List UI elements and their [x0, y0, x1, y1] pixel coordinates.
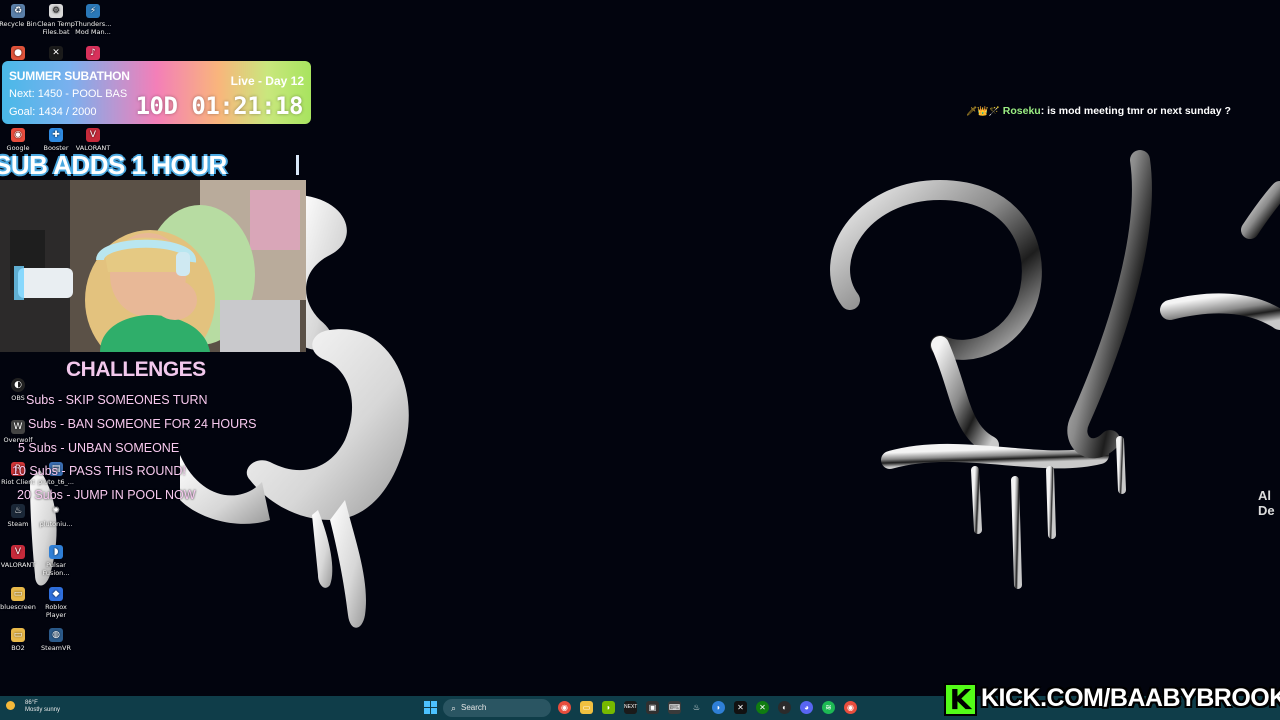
desktop-icon-bo2[interactable]: ▭ BO2 [0, 628, 38, 652]
file-explorer-icon[interactable]: ▭ [580, 701, 593, 714]
desktop-icon-google[interactable]: ◉ Google [0, 128, 38, 152]
subathon-goal: Goal: 1434 / 2000 [9, 106, 97, 118]
app-icon: ✕ [49, 46, 63, 60]
subathon-day: Live - Day 12 [230, 74, 304, 88]
desktop-icon-clean-temp[interactable]: ⚙ Clean Temp Files.bat [36, 4, 76, 36]
weather-temp: 86°F [25, 700, 38, 706]
folder-icon: ▭ [11, 587, 25, 601]
sub-banner: SUB ADDS 1 HOUR [0, 150, 227, 180]
challenge-item: Subs - BAN SOMEONE FOR 24 HOURS [28, 417, 257, 431]
thunderstore-icon: ⚡ [86, 4, 100, 18]
chat-overlay: 🗡👑🪄 Roseku: is mod meeting tmr or next s… [966, 105, 1231, 117]
wallpaper-signature: Al [1258, 488, 1271, 503]
terminal-icon[interactable]: ▣ [646, 701, 659, 714]
valorant-icon: V [11, 545, 25, 559]
kick-logo-icon: K [944, 683, 977, 716]
desktop-icon-pulsar-fusion[interactable]: ◗ Pulsar Fusion... [36, 545, 76, 577]
capcut-icon[interactable]: ✕ [734, 701, 747, 714]
steam-icon: ♨ [11, 504, 25, 518]
desktop-icon-recycle-bin[interactable]: ♻ Recycle Bin [0, 4, 38, 28]
next-icon[interactable]: NEXT [624, 701, 637, 714]
desktop-icon-steam[interactable]: ♨ Steam [0, 504, 38, 528]
webcam-feed [0, 180, 306, 352]
challenges-title: CHALLENGES [66, 358, 206, 381]
search-placeholder: Search [461, 703, 487, 712]
chrome-alt-icon[interactable]: ◉ [844, 701, 857, 714]
keyboard-icon[interactable]: ⌨ [668, 701, 681, 714]
desktop-icon-booster[interactable]: ✚ Booster [36, 128, 76, 152]
weather-desc: Mostly sunny [25, 707, 61, 713]
search-icon: ⌕ [451, 703, 457, 713]
spotify-icon[interactable]: ≋ [822, 701, 835, 714]
chat-message: is mod meeting tmr or next sunday ? [1047, 105, 1231, 117]
taskbar-search[interactable]: ⌕ Search [443, 699, 551, 717]
subathon-title: SUMMER SUBATHON [9, 69, 130, 83]
challenge-item: 5 Subs - UNBAN SOMEONE [18, 441, 180, 455]
windows-logo-icon [424, 701, 430, 707]
desktop-icon-steamvr[interactable]: ◍ SteamVR [36, 628, 76, 652]
subathon-widget: SUMMER SUBATHON Next: 1450 - POOL BASH G… [2, 61, 311, 124]
wallpaper-signature-2: De [1258, 503, 1275, 518]
desktop-icon-valorant-top[interactable]: V VALORANT [73, 128, 113, 152]
chrome-icon[interactable]: ◉ [558, 701, 571, 714]
desktop-icon-row2-c[interactable]: ♪ [73, 46, 113, 62]
plutonium-icon: ✺ [52, 506, 60, 516]
steamvr-icon: ◍ [49, 628, 63, 642]
desktop-icon-row2-a[interactable]: ● [0, 46, 38, 62]
roblox-icon: ◆ [49, 587, 63, 601]
steam-icon[interactable]: ♨ [690, 701, 703, 714]
obs-icon: ◐ [11, 378, 25, 392]
xbox-icon[interactable]: ✕ [756, 701, 769, 714]
chat-badges: 🗡👑🪄 [966, 106, 1000, 116]
banner-cursor [296, 155, 299, 175]
wallpaper-chrome-lettering [830, 150, 1280, 589]
batch-file-icon: ⚙ [49, 4, 63, 18]
desktop-icon-roblox[interactable]: ◆ Roblox Player [36, 587, 76, 619]
booster-icon: ✚ [49, 128, 63, 142]
challenge-item: 20 Subs - JUMP IN POOL NOW [17, 488, 196, 502]
recycle-bin-icon: ♻ [11, 4, 25, 18]
challenge-item: 10 Subs - PASS THIS ROUND! [12, 464, 186, 478]
app-icon: ● [11, 46, 25, 60]
desktop-icon-valorant[interactable]: V VALORANT [0, 545, 38, 569]
nvidia-icon[interactable]: ◗ [602, 701, 615, 714]
kick-url: KICK.COM/BAABYBROOK [981, 684, 1280, 712]
subathon-timer: 10D 01:21:18 [135, 92, 304, 120]
chrome-icon: ◉ [11, 128, 25, 142]
app-icon: ♪ [86, 46, 100, 60]
sun-icon [6, 701, 15, 710]
desktop-icon-plutonium[interactable]: ✺ plutoniu... [36, 504, 76, 528]
start-button[interactable] [424, 701, 437, 714]
chat-username: Roseku [1002, 105, 1041, 117]
overwolf-icon: W [11, 420, 25, 434]
obs-icon[interactable]: ◐ [778, 701, 791, 714]
desktop-icon-bluescreen[interactable]: ▭ bluescreen [0, 587, 38, 611]
pulsar-icon[interactable]: ◗ [712, 701, 725, 714]
subathon-next: Next: 1450 - POOL BASH [9, 88, 127, 100]
pulsar-fusion-icon: ◗ [49, 545, 63, 559]
desktop-icon-row2-b[interactable]: ✕ [36, 46, 76, 62]
discord-icon[interactable]: ◕ [800, 701, 813, 714]
desktop-icon-thunderstore[interactable]: ⚡ Thunders... Mod Man... [73, 4, 113, 36]
challenge-item: Subs - SKIP SOMEONES TURN [26, 393, 208, 407]
valorant-icon: V [86, 128, 100, 142]
webcam-image [0, 180, 306, 352]
folder-icon: ▭ [11, 628, 25, 642]
